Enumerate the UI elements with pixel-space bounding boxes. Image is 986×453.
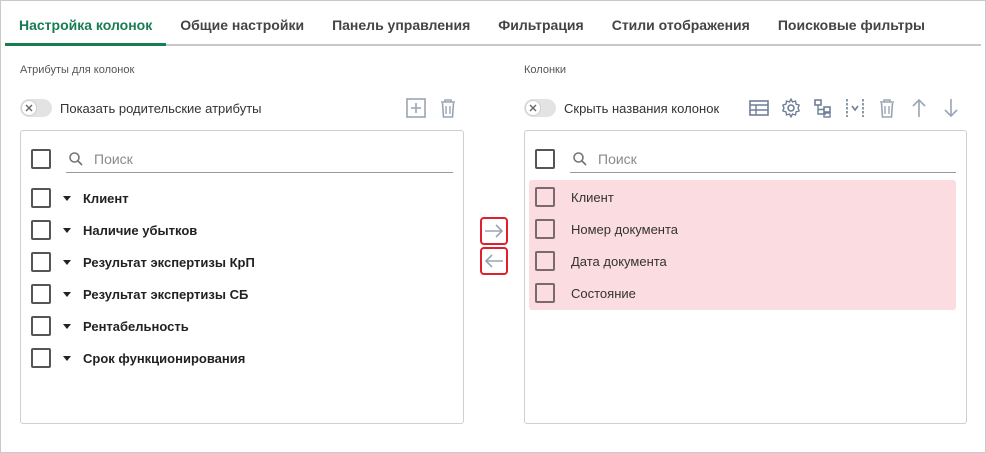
column-checkbox[interactable] [535, 251, 555, 271]
select-all-attributes-checkbox[interactable] [31, 149, 51, 169]
column-label: Дата документа [571, 253, 667, 269]
attribute-item[interactable]: Результат экспертизы КрП [31, 246, 255, 278]
attributes-search-input[interactable] [94, 150, 394, 167]
column-item[interactable]: Номер документа [535, 213, 678, 245]
attribute-label: Наличие убытков [83, 222, 198, 238]
search-icon [69, 151, 83, 166]
column-item[interactable]: Клиент [535, 181, 614, 213]
attribute-item[interactable]: Рентабельность [31, 310, 189, 342]
attributes-search [66, 145, 453, 173]
expand-caret-icon[interactable] [63, 259, 71, 265]
tab-filtering[interactable]: Фильтрация [484, 7, 597, 44]
move-right-button[interactable] [480, 217, 508, 245]
hide-column-names-toggle[interactable] [524, 99, 556, 117]
arrow-right-icon [485, 224, 504, 238]
column-settings-dialog: Настройка колонок Общие настройки Панель… [0, 0, 986, 453]
toggle-off-icon [525, 100, 541, 116]
attribute-label: Клиент [83, 190, 129, 206]
expand-caret-icon[interactable] [63, 291, 71, 297]
columns-search [570, 145, 956, 173]
expand-caret-icon[interactable] [63, 195, 71, 201]
hierarchy-icon[interactable] [812, 97, 834, 119]
arrow-down-icon[interactable] [940, 97, 962, 119]
tab-control-panel[interactable]: Панель управления [318, 7, 484, 44]
tab-column-settings[interactable]: Настройка колонок [5, 7, 167, 46]
arrow-left-icon [484, 254, 503, 268]
attribute-checkbox[interactable] [31, 284, 51, 304]
show-parent-attributes-toggle[interactable] [20, 99, 52, 117]
column-checkbox[interactable] [535, 283, 555, 303]
attribute-label: Срок функционирования [83, 350, 246, 366]
selected-columns-list: Клиент Номер документа Дата документа Со… [529, 180, 956, 310]
column-split-icon[interactable] [844, 97, 866, 119]
attribute-checkbox[interactable] [31, 220, 51, 240]
tab-general-settings[interactable]: Общие настройки [166, 7, 318, 44]
tab-search-filters[interactable]: Поисковые фильтры [764, 7, 939, 44]
expand-caret-icon[interactable] [63, 323, 71, 329]
attribute-checkbox[interactable] [31, 316, 51, 336]
search-icon [573, 151, 587, 166]
attribute-item[interactable]: Наличие убытков [31, 214, 197, 246]
toggle-off-icon [21, 100, 37, 116]
show-parent-attributes-toggle-row: Показать родительские атрибуты [20, 98, 262, 118]
column-item[interactable]: Дата документа [535, 245, 667, 277]
attributes-section-title: Атрибуты для колонок [20, 64, 135, 76]
attribute-checkbox[interactable] [31, 348, 51, 368]
show-parent-attributes-label: Показать родительские атрибуты [60, 100, 262, 116]
attribute-label: Рентабельность [83, 318, 189, 334]
select-all-columns-checkbox[interactable] [535, 149, 555, 169]
column-label: Номер документа [571, 221, 679, 237]
column-checkbox[interactable] [535, 187, 555, 207]
expand-caret-icon[interactable] [63, 355, 71, 361]
trash-icon[interactable] [876, 97, 898, 119]
hide-column-names-label: Скрыть названия колонок [564, 100, 720, 116]
tab-display-styles[interactable]: Стили отображения [598, 7, 764, 44]
add-square-icon[interactable] [405, 97, 427, 119]
column-checkbox[interactable] [535, 219, 555, 239]
columns-section-title: Колонки [524, 64, 566, 76]
attribute-label: Результат экспертизы КрП [83, 254, 255, 270]
gear-icon[interactable] [780, 97, 802, 119]
attribute-checkbox[interactable] [31, 252, 51, 272]
hide-column-names-toggle-row: Скрыть названия колонок [524, 98, 719, 118]
column-item[interactable]: Состояние [535, 277, 636, 309]
tab-bar: Настройка колонок Общие настройки Панель… [5, 7, 981, 46]
column-label: Клиент [571, 189, 614, 205]
attribute-item[interactable]: Клиент [31, 182, 129, 214]
expand-caret-icon[interactable] [63, 227, 71, 233]
attribute-label: Результат экспертизы СБ [83, 286, 249, 302]
attribute-item[interactable]: Срок функционирования [31, 342, 245, 374]
table-icon[interactable] [748, 97, 770, 119]
move-left-button[interactable] [480, 247, 508, 275]
attribute-checkbox[interactable] [31, 188, 51, 208]
columns-search-input[interactable] [598, 150, 898, 167]
column-label: Состояние [571, 285, 636, 301]
trash-icon[interactable] [437, 97, 459, 119]
attribute-item[interactable]: Результат экспертизы СБ [31, 278, 248, 310]
arrow-up-icon[interactable] [908, 97, 930, 119]
